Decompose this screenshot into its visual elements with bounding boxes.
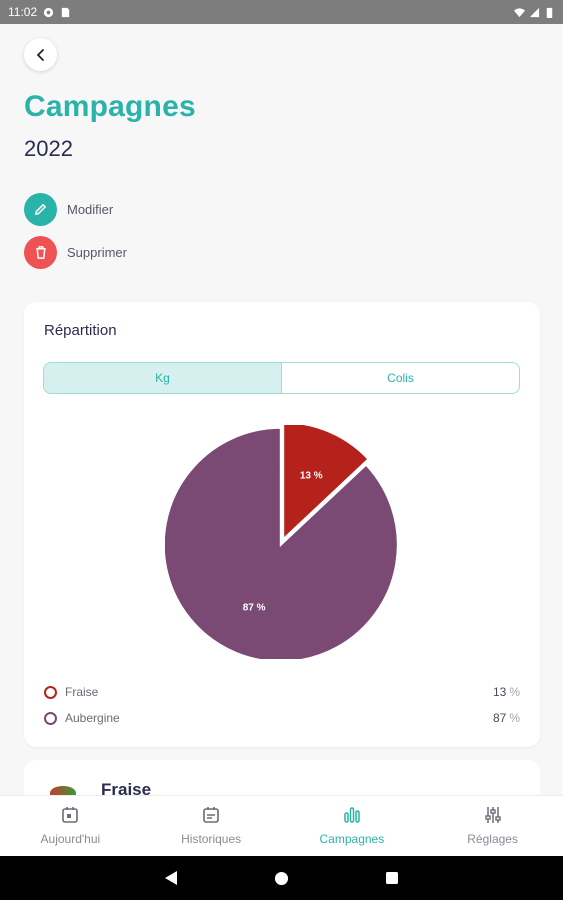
delete-label: Supprimer: [67, 245, 127, 260]
edit-icon-wrap: [24, 193, 57, 226]
status-time: 11:02: [8, 5, 38, 19]
legend-value: 13: [492, 685, 507, 699]
trash-icon: [35, 246, 46, 259]
edit-button[interactable]: Modifier: [24, 193, 113, 226]
system-navigation-bar: [0, 856, 563, 900]
back-triangle-icon[interactable]: [164, 870, 178, 886]
legend-unit: %: [509, 711, 520, 725]
wifi-icon: [514, 7, 525, 17]
recents-square-icon[interactable]: [385, 871, 399, 885]
tab-kg[interactable]: Kg: [44, 363, 282, 393]
calendar-history-icon: [203, 807, 219, 823]
page-title: Campagnes: [24, 90, 196, 123]
legend-name: Aubergine: [65, 711, 120, 725]
nav-label: Historiques: [181, 832, 242, 846]
nav-item-history[interactable]: Historiques: [141, 796, 282, 856]
nav-item-today[interactable]: Aujourd'hui: [0, 796, 141, 856]
nav-label: Réglages: [467, 832, 518, 846]
nav-item-campaigns[interactable]: Campagnes: [282, 796, 423, 856]
legend-unit: %: [509, 685, 520, 699]
pie-chart: 13 % 87 %: [165, 425, 399, 659]
delete-button[interactable]: Supprimer: [24, 236, 127, 269]
status-bar: 11:02: [0, 0, 563, 24]
edit-label: Modifier: [67, 202, 114, 217]
sim-icon: [61, 7, 70, 17]
chevron-left-icon: [36, 48, 44, 61]
pie-label-aubergine: 87 %: [243, 602, 266, 613]
repartition-card: Répartition Kg Colis 13 % 87 % Fraise 13 …: [24, 302, 540, 747]
signal-icon: [529, 7, 540, 17]
pie-label-fraise: 13 %: [300, 470, 323, 481]
tab-colis[interactable]: Colis: [282, 363, 519, 393]
legend-item-aubergine: Aubergine 87 %: [44, 711, 520, 725]
legend-value: 87: [492, 711, 507, 725]
nav-label: Campagnes: [319, 832, 385, 846]
legend-item-fraise: Fraise 13 %: [44, 685, 520, 699]
battery-icon: [546, 7, 553, 18]
bar-chart-icon: [344, 807, 360, 823]
page-subtitle: 2022: [24, 136, 73, 161]
card-title: Répartition: [44, 322, 117, 339]
delete-icon-wrap: [24, 236, 57, 269]
sync-icon: [44, 7, 54, 17]
legend-dot-fraise: [44, 685, 57, 699]
legend-dot-aubergine: [44, 711, 57, 725]
sliders-icon: [484, 807, 501, 823]
legend-name: Fraise: [65, 685, 99, 699]
nav-label: Aujourd'hui: [40, 832, 101, 846]
calendar-today-icon: [62, 807, 79, 823]
pencil-icon: [35, 204, 46, 215]
back-button[interactable]: [24, 38, 57, 71]
nav-item-settings[interactable]: Réglages: [422, 796, 563, 856]
home-circle-icon[interactable]: [274, 871, 289, 886]
bottom-navigation: Aujourd'hui Historiques Campagnes Réglag…: [0, 795, 563, 856]
unit-segmented-control: Kg Colis: [43, 362, 520, 394]
